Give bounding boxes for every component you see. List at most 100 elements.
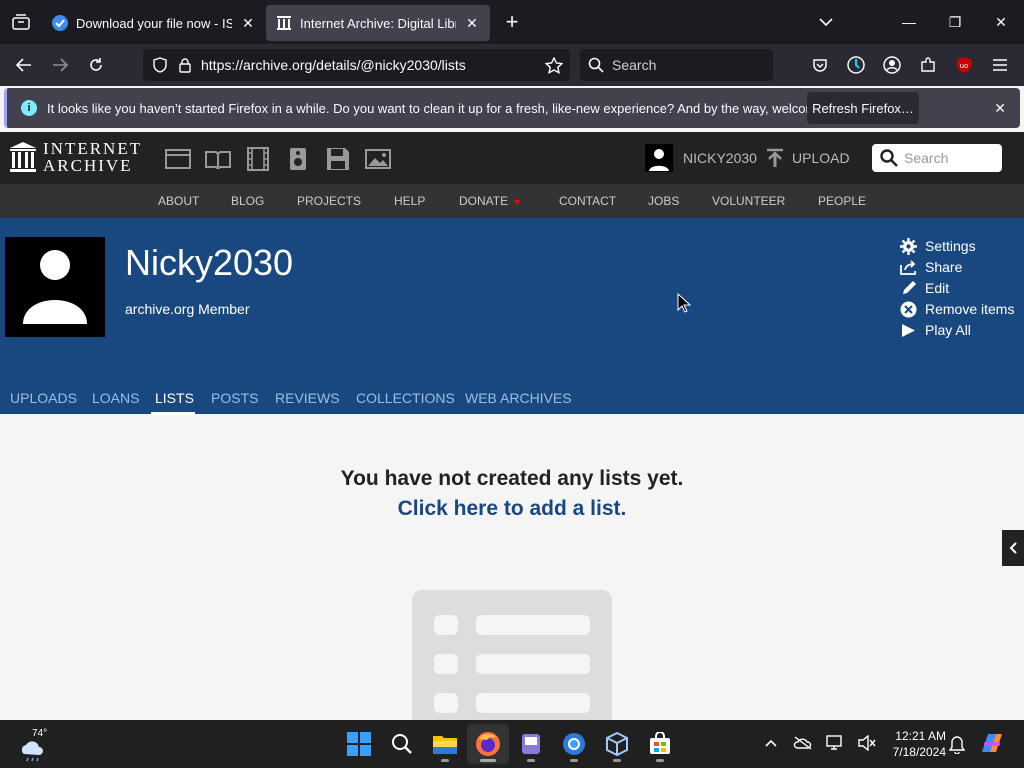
restore-button[interactable]: ❐	[932, 0, 978, 44]
system-clock[interactable]: 12:21 AM 7/18/2024	[880, 728, 946, 760]
firefox-notification-bar: i It looks like you haven’t started Fire…	[4, 88, 1020, 128]
action-label: Share	[925, 259, 963, 275]
notification-bell-icon[interactable]	[946, 734, 968, 756]
upload-label: UPLOAD	[792, 150, 850, 166]
app-purple[interactable]	[510, 724, 552, 764]
archive-favicon-icon	[276, 15, 292, 31]
tab-uploads[interactable]: UPLOADS	[10, 390, 77, 406]
display-icon[interactable]	[824, 732, 846, 754]
tab-loans[interactable]: LOANS	[92, 390, 139, 406]
tab-collections[interactable]: COLLECTIONS	[356, 390, 455, 406]
tab-reviews[interactable]: REVIEWS	[275, 390, 340, 406]
nav-people[interactable]: PEOPLE	[818, 194, 866, 208]
url-text[interactable]: https://archive.org/details/@nicky2030/l…	[201, 57, 538, 73]
close-window-button[interactable]: ✕	[978, 0, 1024, 44]
notification-close-icon[interactable]: ✕	[994, 100, 1006, 117]
remove-items-action[interactable]: Remove items	[900, 300, 1014, 318]
shield-icon[interactable]	[151, 57, 169, 73]
nav-projects[interactable]: PROJECTS	[297, 194, 361, 208]
nav-contact[interactable]: CONTACT	[559, 194, 616, 208]
profile-name: Nicky2030	[125, 242, 294, 283]
nav-about[interactable]: ABOUT	[158, 194, 199, 208]
tab-internet-archive[interactable]: Internet Archive: Digital Library ✕	[266, 5, 490, 41]
weather-widget[interactable]: 74°	[18, 728, 58, 762]
images-icon[interactable]	[364, 146, 392, 172]
gear-icon	[900, 237, 917, 255]
sidebar-toggle-button[interactable]	[1002, 530, 1024, 566]
nav-help[interactable]: HELP	[394, 194, 425, 208]
video-icon[interactable]	[244, 146, 272, 172]
copilot-icon[interactable]	[978, 730, 1006, 758]
web-icon[interactable]	[164, 146, 192, 172]
file-explorer-app[interactable]	[424, 724, 466, 764]
browser-nav-bar: https://archive.org/details/@nicky2030/l…	[0, 44, 1024, 86]
volume-muted-icon[interactable]	[856, 732, 878, 754]
store-app[interactable]	[639, 724, 681, 764]
mouse-cursor-icon	[677, 293, 691, 313]
firefox-icon	[476, 732, 500, 756]
software-icon[interactable]	[324, 146, 352, 172]
chrome-icon	[563, 733, 585, 755]
tab-posts[interactable]: POSTS	[211, 390, 258, 406]
list-all-tabs-button[interactable]	[808, 0, 844, 44]
chevron-up-icon[interactable]	[760, 732, 782, 754]
menu-icon[interactable]	[982, 49, 1018, 81]
tab-close-icon[interactable]: ✕	[240, 15, 256, 32]
windows-taskbar: 74° 12:21 AM 7/18/2024	[0, 720, 1024, 768]
back-arrow-icon	[16, 58, 31, 72]
ia-logo[interactable]: INTERNET ARCHIVE	[9, 140, 142, 174]
start-button[interactable]	[338, 724, 380, 764]
upload-button[interactable]: UPLOAD	[766, 148, 850, 168]
chevron-down-icon	[819, 18, 833, 26]
info-icon: i	[21, 100, 37, 116]
reload-icon	[90, 58, 102, 71]
tab-lists[interactable]: LISTS	[155, 390, 194, 406]
tab-download[interactable]: Download your file now - ISORi ✕	[42, 5, 266, 41]
tab-web-archives[interactable]: WEB ARCHIVES	[465, 390, 572, 406]
edit-action[interactable]: Edit	[900, 279, 1014, 297]
bookmark-star-icon[interactable]	[538, 56, 570, 74]
tab-close-icon[interactable]: ✕	[464, 15, 480, 32]
active-tab-indicator	[151, 412, 195, 415]
browser-search-bar[interactable]: Search	[580, 49, 773, 81]
action-label: Remove items	[925, 301, 1015, 317]
user-menu[interactable]: NICKY2030	[645, 144, 757, 172]
nav-blog[interactable]: BLOG	[231, 194, 264, 208]
nav-donate[interactable]: DONATE ♥	[459, 194, 520, 208]
taskbar-search-button[interactable]	[381, 724, 423, 764]
checkmark-favicon-icon	[52, 15, 68, 31]
nav-jobs[interactable]: JOBS	[648, 194, 679, 208]
lock-icon[interactable]	[177, 57, 193, 73]
texts-icon[interactable]	[204, 146, 232, 172]
ia-header: INTERNET ARCHIVE NICKY2030 UPLOAD Search	[0, 132, 1024, 184]
firefox-app[interactable]	[467, 724, 509, 764]
chrome-app[interactable]	[553, 724, 595, 764]
archive-building-icon	[10, 142, 36, 172]
onedrive-icon[interactable]	[792, 732, 814, 754]
logo-line1: INTERNET	[43, 139, 143, 158]
url-bar[interactable]: https://archive.org/details/@nicky2030/l…	[143, 49, 570, 81]
account-icon[interactable]	[874, 49, 910, 81]
ia-search-input[interactable]: Search	[872, 144, 1002, 172]
settings-action[interactable]: Settings	[900, 237, 1014, 255]
reload-button[interactable]	[78, 49, 114, 81]
play-all-action[interactable]: Play All	[900, 321, 1014, 339]
sync-icon[interactable]	[838, 49, 874, 81]
audio-icon[interactable]	[284, 146, 312, 172]
username[interactable]: NICKY2030	[683, 150, 757, 166]
nav-volunteer[interactable]: VOLUNTEER	[712, 194, 785, 208]
add-list-link[interactable]: Click here to add a list.	[0, 497, 1024, 521]
pocket-icon[interactable]	[802, 49, 838, 81]
extensions-icon[interactable]	[910, 49, 946, 81]
virtualbox-app[interactable]	[596, 724, 638, 764]
tab-list-button[interactable]	[0, 0, 42, 44]
ublock-icon[interactable]: uo	[946, 49, 982, 81]
back-button[interactable]	[6, 49, 42, 81]
new-tab-button[interactable]: +	[494, 4, 530, 40]
minimize-button[interactable]: —	[886, 0, 932, 44]
store-bag-icon	[650, 732, 670, 754]
refresh-firefox-button[interactable]: Refresh Firefox…	[807, 92, 919, 124]
folder-icon	[433, 736, 457, 754]
forward-button[interactable]	[42, 49, 78, 81]
share-action[interactable]: Share	[900, 258, 1014, 276]
